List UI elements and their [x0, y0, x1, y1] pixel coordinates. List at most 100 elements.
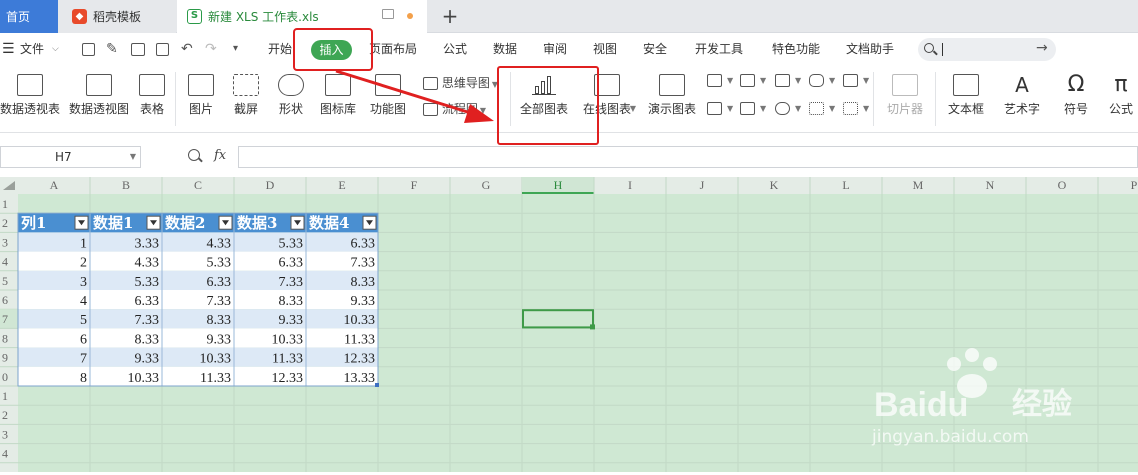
- online-chart-button[interactable]: 在线图表 ▼: [578, 74, 636, 117]
- search-box[interactable]: →: [918, 38, 1056, 61]
- menu-page-layout[interactable]: 页面布局: [369, 33, 417, 66]
- menu-formula[interactable]: 公式: [443, 33, 467, 66]
- menu-file[interactable]: 文件: [20, 33, 44, 66]
- table-cell[interactable]: 11.33: [272, 352, 303, 367]
- chevron-down-icon[interactable]: ⌵: [52, 33, 59, 66]
- row-header[interactable]: 1: [2, 389, 8, 403]
- menu-start[interactable]: 开始: [268, 33, 292, 66]
- column-header[interactable]: O: [1058, 178, 1067, 192]
- name-box[interactable]: H7 ▼: [0, 146, 141, 168]
- table-cell[interactable]: 2: [80, 256, 87, 271]
- table-cell[interactable]: 12.33: [344, 352, 376, 367]
- pivot-table-button[interactable]: 数据透视表: [0, 74, 60, 117]
- scatter-chart-icon[interactable]: [809, 102, 824, 115]
- row-header[interactable]: 4: [2, 447, 8, 461]
- table-cell[interactable]: 8.33: [207, 313, 232, 328]
- table-cell[interactable]: 5.33: [135, 275, 160, 290]
- arrow-right-icon[interactable]: →: [1036, 40, 1048, 56]
- slicer-button[interactable]: 切片器: [884, 74, 926, 117]
- tab-templates[interactable]: ◆ 稻壳模板: [58, 0, 176, 33]
- column-header[interactable]: A: [50, 178, 59, 192]
- chevron-down-icon[interactable]: ▼: [795, 76, 801, 85]
- tab-home[interactable]: 首页: [0, 0, 58, 33]
- row-header[interactable]: 0: [2, 370, 8, 384]
- function-chart-button[interactable]: 功能图: [366, 74, 410, 117]
- formula-input[interactable]: [238, 146, 1138, 168]
- chevron-down-icon[interactable]: ▼: [829, 104, 835, 113]
- table-cell[interactable]: 5.33: [279, 236, 304, 251]
- table-cell[interactable]: 9.33: [351, 294, 376, 309]
- table-cell[interactable]: 6.33: [279, 256, 304, 271]
- column-header[interactable]: F: [411, 178, 418, 192]
- icon-library-button[interactable]: 图标库: [318, 74, 358, 117]
- menu-insert[interactable]: 插入: [311, 40, 352, 60]
- table-cell[interactable]: 1: [80, 236, 87, 251]
- hamburger-icon[interactable]: ☰: [2, 33, 15, 66]
- table-cell[interactable]: 6.33: [135, 294, 160, 309]
- table-cell[interactable]: 8.33: [135, 332, 160, 347]
- menu-view[interactable]: 视图: [593, 33, 617, 66]
- table-cell[interactable]: 3: [80, 275, 87, 290]
- table-cell[interactable]: 5.33: [207, 256, 232, 271]
- fill-handle[interactable]: [590, 324, 595, 330]
- symbol-button[interactable]: Ω 符号: [1056, 74, 1096, 117]
- chevron-down-icon[interactable]: ▼: [829, 76, 835, 85]
- table-resize-handle[interactable]: [375, 383, 379, 387]
- menu-security[interactable]: 安全: [643, 33, 667, 66]
- redo-icon[interactable]: ↷: [205, 41, 217, 57]
- row-header[interactable]: 2: [2, 408, 8, 422]
- line-chart-icon[interactable]: [775, 74, 790, 87]
- menu-data[interactable]: 数据: [493, 33, 517, 66]
- table-cell[interactable]: 8.33: [351, 275, 376, 290]
- picture-button[interactable]: 图片: [183, 74, 219, 117]
- flowchart-button[interactable]: 流程图 ▼: [423, 100, 486, 117]
- table-cell[interactable]: 9.33: [135, 352, 160, 367]
- table-cell[interactable]: 4.33: [207, 236, 232, 251]
- column-header[interactable]: H: [554, 178, 563, 192]
- save-icon[interactable]: [82, 43, 95, 56]
- menu-review[interactable]: 审阅: [543, 33, 567, 66]
- presentation-chart-button[interactable]: 演示图表: [646, 74, 698, 117]
- table-cell[interactable]: 7.33: [279, 275, 304, 290]
- column-header[interactable]: C: [194, 178, 202, 192]
- chevron-down-icon[interactable]: ▼: [727, 76, 733, 85]
- zoom-icon[interactable]: [188, 149, 200, 161]
- print-icon[interactable]: [131, 43, 145, 56]
- row-header[interactable]: 2: [2, 216, 8, 230]
- fx-label[interactable]: fx: [214, 148, 226, 163]
- chevron-down-icon[interactable]: ▼: [863, 104, 869, 113]
- pie-chart-icon[interactable]: [775, 102, 790, 115]
- column-header[interactable]: J: [700, 178, 705, 192]
- column-header[interactable]: P: [1131, 178, 1138, 192]
- spreadsheet-grid[interactable]: A B C D E F G H I J K L M N O P 1 2 3 4 5 6 7 8 9 0 1 2 3 4 列1 数据1 数据2 数据…: [0, 177, 1138, 472]
- column-header[interactable]: E: [338, 178, 345, 192]
- shapes-button[interactable]: 形状: [273, 74, 309, 117]
- chevron-down-icon[interactable]: ▼: [492, 80, 498, 89]
- table-cell[interactable]: 7.33: [207, 294, 232, 309]
- column-header[interactable]: G: [482, 178, 491, 192]
- table-cell[interactable]: 10.33: [272, 332, 304, 347]
- table-cell[interactable]: 7.33: [351, 256, 376, 271]
- row-header[interactable]: 6: [2, 293, 8, 307]
- table-cell[interactable]: 4: [80, 294, 87, 309]
- tab-document[interactable]: S 新建 XLS 工作表.xls: [177, 0, 427, 33]
- column-header[interactable]: K: [770, 178, 779, 192]
- bar-chart-icon[interactable]: [740, 74, 755, 87]
- customize-toolbar-icon[interactable]: ▾: [233, 43, 238, 54]
- combo-chart-icon[interactable]: [740, 102, 755, 115]
- column-header[interactable]: D: [266, 178, 275, 192]
- equation-button[interactable]: π 公式: [1104, 74, 1138, 117]
- chevron-down-icon[interactable]: ▼: [727, 104, 733, 113]
- table-cell[interactable]: 9.33: [207, 332, 232, 347]
- table-cell[interactable]: 8.33: [279, 294, 304, 309]
- menu-doc-assistant[interactable]: 文档助手: [846, 33, 894, 66]
- bubble-chart-icon[interactable]: [843, 102, 858, 115]
- undo-icon[interactable]: ↶: [181, 41, 193, 57]
- all-charts-button[interactable]: 全部图表: [518, 74, 570, 117]
- table-cell[interactable]: 7.33: [135, 313, 160, 328]
- table-cell[interactable]: 10.33: [200, 352, 232, 367]
- wordart-button[interactable]: A 艺术字: [998, 74, 1046, 117]
- textbox-button[interactable]: 文本框: [942, 74, 990, 117]
- stock-chart-icon[interactable]: [707, 102, 722, 115]
- table-cell[interactable]: 9.33: [279, 313, 304, 328]
